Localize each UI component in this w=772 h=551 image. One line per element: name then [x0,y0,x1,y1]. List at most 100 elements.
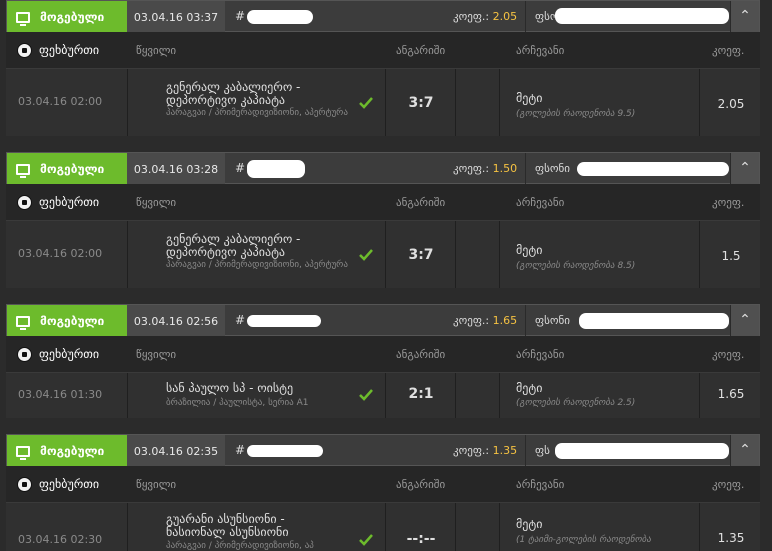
col-event: წყვილი [136,196,177,209]
collapse-button[interactable]: ⌃ [730,1,759,33]
col-pick: არჩევანი [516,478,565,491]
total-odds: კოეფ.: 1.50 [453,162,518,175]
score: 2:1 [408,386,434,402]
event-league: პარაგვაი / პრიმერადივიზიონი, აპ [166,541,314,551]
bet-row: 03.04.16 01:30 სან პაულო სპ - ოისტე ბრაზ… [6,372,760,418]
event-time: 03.04.16 02:00 [18,247,103,260]
football-icon [17,347,32,362]
col-score: ანგარიში [396,196,446,209]
pick-detail: (1 ტაიმი-გოლების რაოდენობა [516,535,651,545]
pick: მეტი [516,517,543,531]
bet-row: 03.04.16 02:30 გუარანი ასუნსიონი - ნასიო… [6,502,760,551]
bet-row: 03.04.16 02:00 გენერალ კაბალიერო - დეპორ… [6,220,760,288]
col-score: ანგარიში [396,44,446,57]
col-odds: კოეფ. [712,348,745,361]
placed-date: 03.04.16 02:35 [127,435,225,467]
placed-date: 03.04.16 02:56 [127,305,225,337]
col-odds: კოეფ. [712,44,745,57]
divider [525,153,526,185]
event-time: 03.04.16 02:30 [18,533,103,546]
col-event: წყვილი [136,348,177,361]
monitor-icon [16,163,30,178]
odd-value: 1.35 [717,531,745,545]
redaction-mask [555,443,729,459]
placed-date: 03.04.16 03:37 [127,1,225,33]
sport-label: ფეხბურთი [39,347,100,361]
bet-hash: # [235,313,246,327]
sport-label: ფეხბურთი [39,477,100,491]
redaction-mask [247,10,313,24]
bet-subheader: ფეხბურთი წყვილი ანგარიში არჩევანი კოეფ. [6,32,760,68]
col-score: ანგარიში [396,348,446,361]
divider [525,435,526,467]
bet-hash: # [235,9,246,23]
total-odds: კოეფ.: 2.05 [453,10,518,23]
col-score: ანგარიში [396,478,446,491]
status-badge: მოგებული [7,1,127,33]
check-icon [359,97,373,109]
pick-detail: (გოლების რაოდენობა 2.5) [516,398,636,408]
monitor-icon [16,315,30,330]
col-odds: კოეფ. [712,196,745,209]
event-time: 03.04.16 01:30 [18,388,103,401]
football-icon [17,195,32,210]
status-badge: მოგებული [7,435,127,467]
pick-detail: (გოლების რაოდენობა 8.5) [516,261,636,271]
score: --:-- [406,531,436,547]
event-league: პარაგვაი / პრიმერადივიზიონი, აპერტურა [166,108,348,118]
event-name: გუარანი ასუნსიონი - ნასიონალ ასუნსიონი [166,512,289,539]
status-badge: მოგებული [7,153,127,185]
pick: მეტი [516,91,543,105]
divider [525,305,526,337]
bet-hash: # [235,161,246,175]
event-name: სან პაულო სპ - ოისტე [166,381,294,395]
placed-date: 03.04.16 03:28 [127,153,225,185]
redaction-mask [579,313,729,329]
pick: მეტი [516,243,543,257]
total-odds: კოეფ.: 1.35 [453,444,518,457]
sport-label: ფეხბურთი [39,195,100,209]
col-pick: არჩევანი [516,348,565,361]
bet-subheader: ფეხბურთი წყვილი ანგარიში არჩევანი კოეფ. [6,336,760,372]
bet-subheader: ფეხბურთი წყვილი ანგარიში არჩევანი კოეფ. [6,466,760,502]
odd-value: 1.65 [717,387,745,401]
check-icon [359,389,373,401]
bet-header: მოგებული 03.04.16 02:56 # კოეფ.: 1.65 ფს… [6,304,760,337]
collapse-button[interactable]: ⌃ [730,305,759,337]
stake-label: ფსონი [535,314,570,327]
collapse-button[interactable]: ⌃ [730,435,759,467]
bet-subheader: ფეხბურთი წყვილი ანგარიში არჩევანი კოეფ. [6,184,760,220]
redaction-mask [247,445,323,457]
pick-detail: (გოლების რაოდენობა 9.5) [516,109,636,119]
collapse-button[interactable]: ⌃ [730,153,759,185]
bet-row: 03.04.16 02:00 გენერალ კაბალიერო - დეპორ… [6,68,760,136]
bet-header: მოგებული 03.04.16 02:35 # კოეფ.: 1.35 ფს… [6,434,760,467]
check-icon [359,534,373,546]
col-odds: კოეფ. [712,478,745,491]
total-odds: კოეფ.: 1.65 [453,314,518,327]
event-name: გენერალ კაბალიერო - დეპორტივო კაპიატა [166,80,301,107]
redaction-mask [577,162,729,176]
bet-header: მოგებული 03.04.16 03:28 # კოეფ.: 1.50 ფს… [6,152,760,185]
stake-label: ფსონი [535,162,570,175]
event-league: ბრაზილია / პაულისტა, სერია A1 [166,398,309,408]
stake-label: ფს [535,444,550,457]
bet-hash: # [235,443,246,457]
divider [525,1,526,33]
col-event: წყვილი [136,44,177,57]
monitor-icon [16,445,30,460]
score: 3:7 [408,247,434,263]
event-name: გენერალ კაბალიერო - დეპორტივო კაპიატა [166,232,301,259]
odd-value: 1.5 [721,249,741,263]
pick: მეტი [516,381,543,395]
redaction-mask [247,315,321,327]
football-icon [17,477,32,492]
redaction-mask [247,160,305,178]
event-league: პარაგვაი / პრიმერადივიზიონი, აპერტურა [166,260,348,270]
sport-label: ფეხბურთი [39,43,100,57]
status-badge: მოგებული [7,305,127,337]
monitor-icon [16,11,30,26]
col-pick: არჩევანი [516,44,565,57]
odd-value: 2.05 [717,97,745,111]
bet-header: მოგებული 03.04.16 03:37 # კოეფ.: 2.05 ფს… [6,0,760,33]
